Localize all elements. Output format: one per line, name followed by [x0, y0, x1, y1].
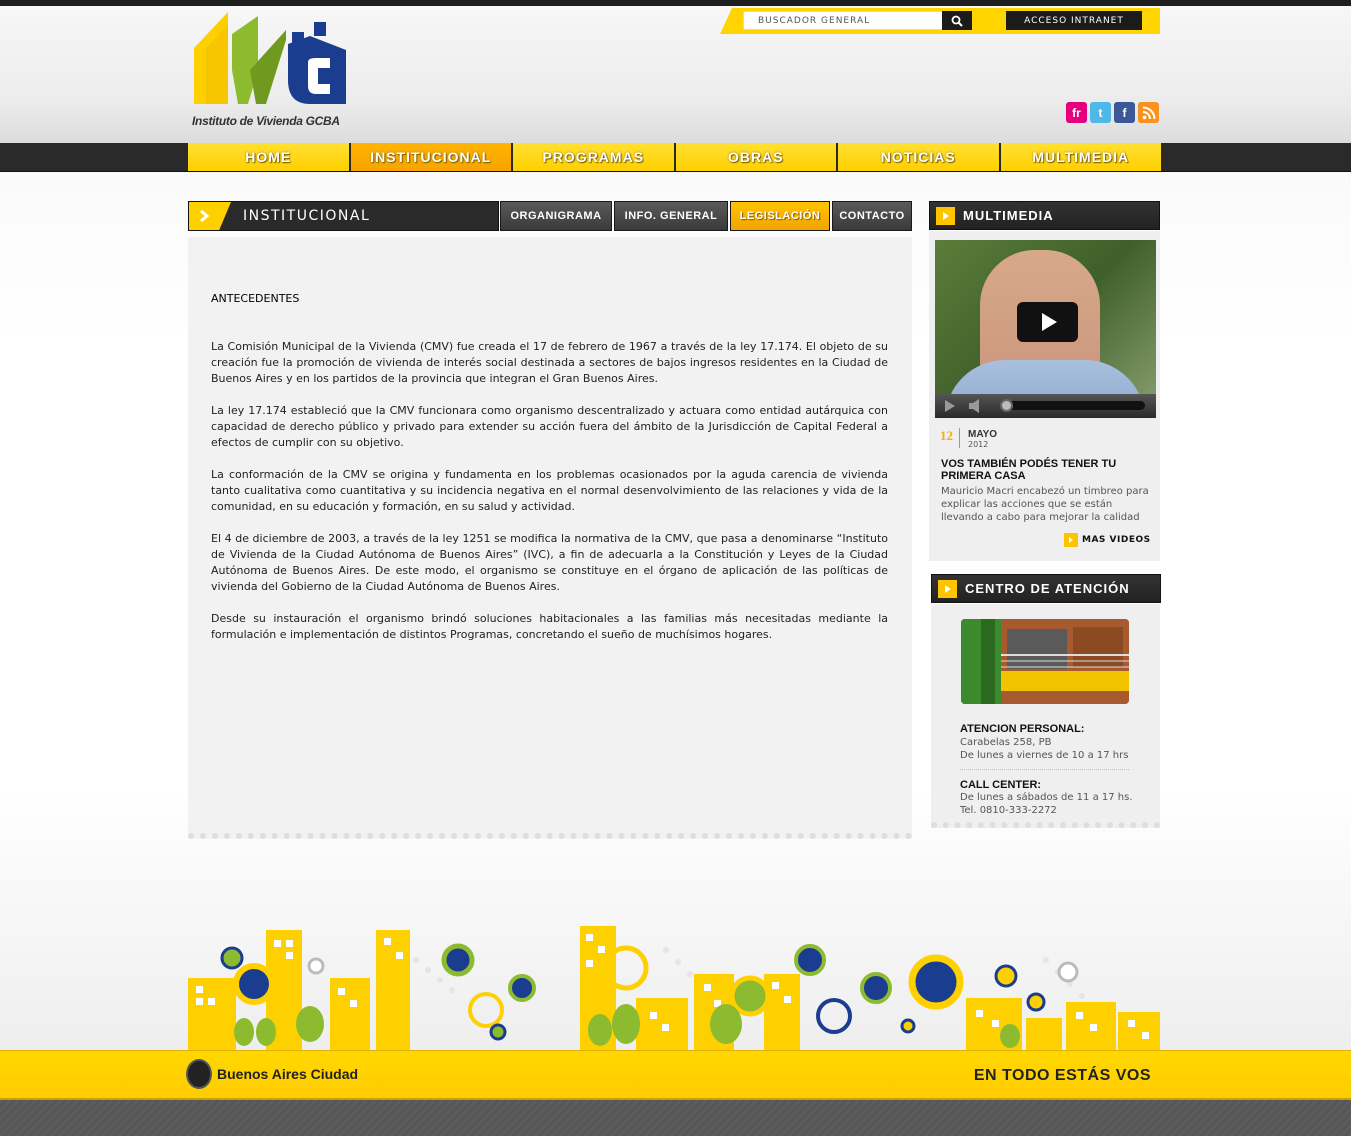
more-videos-link[interactable]: MAS VIDEOS: [1064, 533, 1151, 547]
city-skyline-illustration: [188, 926, 1160, 1050]
news-title[interactable]: VOS TAMBIÉN PODÉS TENER TU PRIMERA CASA: [941, 458, 1146, 482]
tab-contacto[interactable]: CONTACTO: [832, 201, 912, 231]
section-title: INSTITUCIONAL: [243, 208, 371, 224]
main-nav: HOME INSTITUCIONAL PROGRAMAS OBRAS NOTIC…: [188, 143, 1161, 172]
centro-header: CENTRO DE ATENCIÓN: [931, 574, 1161, 603]
facebook-icon[interactable]: f: [1114, 102, 1135, 123]
nav-item-home[interactable]: HOME: [188, 143, 349, 171]
flickr-icon[interactable]: fr: [1066, 102, 1087, 123]
personal-address: Carabelas 258, PB: [960, 737, 1052, 748]
play-button[interactable]: [1017, 302, 1078, 342]
news-day: 12: [940, 428, 953, 443]
call-phone: Tel. 0810-333-2272: [960, 805, 1057, 816]
search-input[interactable]: [743, 11, 943, 30]
logo-caption: Instituto de Vivienda GCBA: [192, 114, 340, 128]
multimedia-header: MULTIMEDIA: [929, 201, 1160, 230]
ba-label: Buenos Aires Ciudad: [217, 1066, 359, 1082]
ivc-logo[interactable]: Instituto de Vivienda GCBA: [192, 10, 352, 132]
call-label: CALL CENTER:: [960, 779, 1042, 791]
section-header: INSTITUCIONAL: [188, 201, 499, 231]
paragraph: La Comisión Municipal de la Vivienda (CM…: [211, 340, 888, 385]
paragraph: La conformación de la CMV se origina y f…: [211, 468, 888, 513]
paragraph: El 4 de diciembre de 2003, a través de l…: [211, 532, 888, 593]
centro-title: CENTRO DE ATENCIÓN: [965, 581, 1130, 596]
call-hours: De lunes a sábados de 11 a 17 hs.: [960, 792, 1133, 803]
rss-glyph: [1142, 106, 1155, 119]
intranet-button[interactable]: ACCESO INTRANET: [1006, 11, 1142, 30]
footer-slogan: EN TODO ESTÁS VOS: [973, 1067, 1151, 1084]
content-body: ANTECEDENTES La Comisión Municipal de la…: [211, 291, 888, 659]
search-icon: [951, 15, 963, 27]
tab-info-general[interactable]: INFO. GENERAL: [614, 201, 728, 231]
city-seal-icon: [186, 1059, 212, 1089]
nav-item-programas[interactable]: PROGRAMAS: [513, 143, 674, 171]
paragraph: La ley 17.174 estableció que la CMV func…: [211, 404, 888, 449]
nav-item-obras[interactable]: OBRAS: [675, 143, 836, 171]
tab-organigrama[interactable]: ORGANIGRAMA: [500, 201, 612, 231]
play-arrow-icon: [1064, 533, 1078, 547]
divider: [960, 769, 1129, 770]
buenos-aires-logo[interactable]: Buenos Aires Ciudad: [186, 1059, 358, 1089]
twitter-icon[interactable]: t: [1090, 102, 1111, 123]
date-divider: [959, 428, 960, 448]
main-content: INSTITUCIONAL ORGANIGRAMA INFO. GENERAL …: [188, 201, 912, 841]
social-links: fr t f: [1066, 102, 1159, 123]
footer-bottom-pattern: [0, 1100, 1351, 1136]
news-excerpt: Mauricio Macri encabezó un timbreo para …: [941, 486, 1149, 523]
search-button[interactable]: [942, 11, 972, 30]
ivc-logo-icon: [194, 12, 346, 104]
personal-label: ATENCION PERSONAL:: [960, 723, 1085, 735]
centro-photo: [961, 619, 1129, 704]
video-progress-knob[interactable]: [1000, 399, 1013, 412]
player-controls-icons[interactable]: [935, 394, 995, 418]
paragraph: Desde su instauración el organismo brind…: [211, 612, 888, 641]
tab-legislacion[interactable]: LEGISLACIÓN: [730, 201, 830, 231]
play-icon: [1041, 313, 1057, 331]
chevron-right-icon: [189, 202, 231, 230]
play-arrow-icon: [936, 207, 955, 225]
video-progress-track[interactable]: [1000, 401, 1145, 410]
play-arrow-icon: [938, 580, 957, 598]
content-heading: ANTECEDENTES: [211, 292, 300, 305]
more-videos-label: MAS VIDEOS: [1082, 535, 1151, 545]
personal-hours: De lunes a viernes de 10 a 17 hrs: [960, 750, 1129, 761]
multimedia-title: MULTIMEDIA: [963, 208, 1054, 223]
section-tabs: ORGANIGRAMA INFO. GENERAL LEGISLACIÓN CO…: [500, 201, 912, 231]
nav-item-institucional[interactable]: INSTITUCIONAL: [350, 143, 511, 171]
nav-item-multimedia[interactable]: MULTIMEDIA: [1000, 143, 1161, 171]
news-year: 2012: [968, 440, 989, 449]
rss-icon[interactable]: [1138, 102, 1159, 123]
news-month: MAYO: [968, 429, 998, 440]
nav-item-noticias[interactable]: NOTICIAS: [838, 143, 999, 171]
